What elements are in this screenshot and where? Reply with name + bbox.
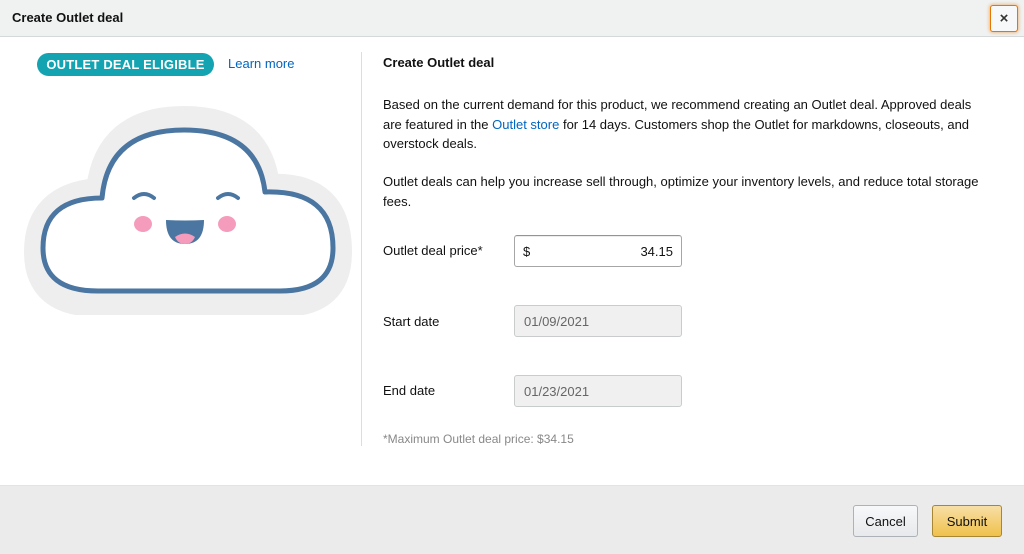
close-icon: × [999,10,1009,27]
create-outlet-deal-dialog: Create Outlet deal × OUTLET DEAL ELIGIBL… [0,0,1024,554]
form-title: Create Outlet deal [383,55,495,70]
learn-more-link[interactable]: Learn more [228,56,294,71]
benefits-text: Outlet deals can help you increase sell … [383,174,979,209]
price-label: Outlet deal price* [383,243,483,258]
max-price-note: *Maximum Outlet deal price: $34.15 [383,432,574,446]
price-field[interactable]: $ [514,235,682,267]
dialog-footer: Cancel Submit [0,485,1024,554]
end-date-field [514,375,682,407]
currency-symbol: $ [523,244,531,259]
recommendation-text: Based on the current demand for this pro… [383,97,972,151]
cloud-mascot-icon [24,106,352,315]
start-date-label: Start date [383,314,440,329]
panel-divider [361,52,362,446]
dialog-header: Create Outlet deal × [0,0,1024,37]
close-button[interactable]: × [990,5,1018,32]
start-date-field [514,305,682,337]
end-date-label: End date [383,383,436,398]
price-input[interactable] [537,238,677,264]
dialog-title: Create Outlet deal [12,10,124,25]
illustration-panel: OUTLET DEAL ELIGIBLE Learn more [0,38,362,448]
outlet-store-link[interactable]: Outlet store [492,117,559,132]
submit-button[interactable]: Submit [932,505,1002,537]
eligible-badge: OUTLET DEAL ELIGIBLE [37,53,214,76]
end-date-input [515,376,681,406]
cancel-button[interactable]: Cancel [853,505,918,537]
start-date-input [515,306,681,336]
